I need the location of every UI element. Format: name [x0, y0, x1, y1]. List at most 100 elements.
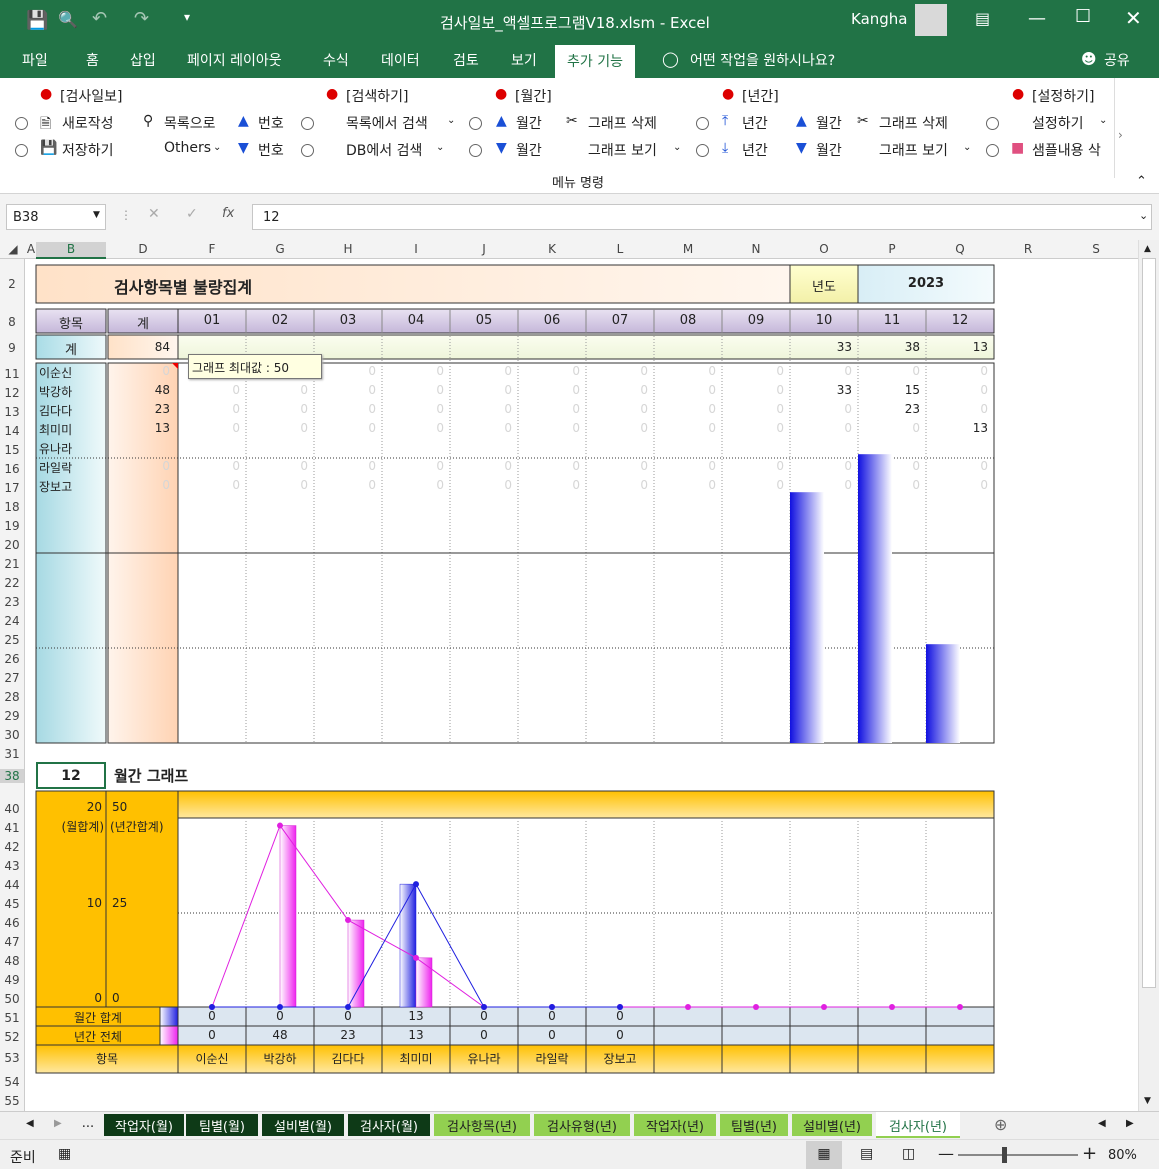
scroll-up-icon[interactable]: ▲: [1144, 244, 1151, 254]
tab-home[interactable]: 홈: [86, 50, 99, 70]
ribbon-scroll-right-icon[interactable]: ›: [1118, 128, 1123, 142]
row-header[interactable]: 42: [0, 840, 24, 854]
row-header[interactable]: 53: [0, 1051, 24, 1065]
graph-delete2-button[interactable]: 그래프 삭제: [879, 113, 948, 133]
row-header[interactable]: 20: [0, 538, 24, 552]
column-header[interactable]: G: [246, 242, 314, 256]
sheet-tab[interactable]: 팀별(월): [186, 1114, 258, 1136]
row-header[interactable]: 21: [0, 557, 24, 571]
worksheet[interactable]: 검사항목별 불량집계 년도 2023 항목 계 01 02 03 04 05 06 07 08…: [26, 259, 1138, 1111]
radio-button[interactable]: [469, 144, 482, 157]
user-name[interactable]: Kangha: [851, 10, 908, 28]
sheet-tab[interactable]: 검사유형(년): [534, 1114, 630, 1136]
sheet-tab-active[interactable]: 검사자(년): [876, 1112, 960, 1138]
row-header[interactable]: 15: [0, 443, 24, 457]
cancel-icon[interactable]: ✕: [148, 206, 160, 222]
row-header[interactable]: 13: [0, 405, 24, 419]
ribbon-display-icon[interactable]: ▤: [975, 9, 990, 28]
column-header[interactable]: S: [1062, 242, 1130, 256]
row-header[interactable]: 18: [0, 500, 24, 514]
row-header[interactable]: 8: [0, 315, 24, 329]
row-header[interactable]: 23: [0, 595, 24, 609]
graph-view2-button[interactable]: 그래프 보기: [879, 140, 948, 160]
undo-icon[interactable]: ↶: [92, 8, 107, 29]
num-down-button[interactable]: 번호: [258, 140, 284, 160]
maximize-icon[interactable]: ☐: [1075, 6, 1091, 27]
redo-icon[interactable]: ↷: [134, 8, 149, 29]
expand-formula-icon[interactable]: ⌄: [1139, 209, 1148, 222]
year-top-button[interactable]: 년간: [742, 113, 768, 133]
column-header[interactable]: D: [108, 242, 178, 256]
sample-delete-button[interactable]: 샘플내용 삭: [1032, 140, 1114, 160]
year-bottom-button[interactable]: 년간: [742, 140, 768, 160]
normal-view-icon[interactable]: ▦: [806, 1141, 842, 1169]
row-header[interactable]: 49: [0, 973, 24, 987]
column-header[interactable]: P: [858, 242, 926, 256]
radio-button[interactable]: [986, 144, 999, 157]
others-menu[interactable]: Others: [164, 140, 211, 156]
row-header[interactable]: 2: [0, 277, 24, 291]
row-header[interactable]: 54: [0, 1075, 24, 1089]
row-header[interactable]: 45: [0, 897, 24, 911]
save-icon[interactable]: 💾: [26, 10, 48, 31]
formula-input[interactable]: 12 ⌄: [252, 204, 1152, 230]
settings-button[interactable]: 설정하기: [1032, 113, 1084, 133]
year-value[interactable]: 2023: [858, 276, 994, 291]
row-header[interactable]: 43: [0, 859, 24, 873]
row-header[interactable]: 46: [0, 916, 24, 930]
column-header[interactable]: K: [518, 242, 586, 256]
row-header[interactable]: 41: [0, 821, 24, 835]
tab-page-layout[interactable]: 페이지 레이아웃: [187, 50, 282, 70]
row-header[interactable]: 25: [0, 633, 24, 647]
tab-view[interactable]: 보기: [511, 50, 537, 70]
radio-button[interactable]: [696, 144, 709, 157]
new-button[interactable]: 새로작성: [62, 113, 114, 133]
search-list-button[interactable]: 목록에서 검색: [346, 113, 428, 133]
add-sheet-icon[interactable]: ⊕: [994, 1115, 1007, 1134]
graph-delete-button[interactable]: 그래프 삭제: [588, 113, 657, 133]
zoom-slider[interactable]: [958, 1154, 1078, 1156]
collapse-ribbon-icon[interactable]: ⌃: [1136, 174, 1147, 189]
row-header[interactable]: 9: [0, 341, 24, 355]
tab-scroll-left-icon[interactable]: ◀: [26, 1118, 34, 1129]
tab-scroll-right-icon[interactable]: ▶: [54, 1118, 62, 1129]
row-header[interactable]: 48: [0, 954, 24, 968]
tab-review[interactable]: 검토: [453, 50, 479, 70]
scroll-down-icon[interactable]: ▼: [1144, 1096, 1151, 1106]
share-button[interactable]: 공유: [1104, 50, 1130, 70]
vertical-scrollbar[interactable]: ▲ ▼: [1138, 240, 1159, 1111]
zoom-in-icon[interactable]: +: [1082, 1143, 1097, 1164]
page-break-view-icon[interactable]: ◫: [902, 1146, 915, 1162]
month-up-button[interactable]: 월간: [516, 113, 542, 133]
row-header[interactable]: 26: [0, 652, 24, 666]
macro-record-icon[interactable]: ▦: [58, 1146, 71, 1162]
row-header[interactable]: 47: [0, 935, 24, 949]
search-db-button[interactable]: DB에서 검색: [346, 140, 422, 160]
column-header[interactable]: B: [36, 242, 106, 259]
row-header[interactable]: 40: [0, 802, 24, 816]
sheet-tab[interactable]: 검사자(월): [348, 1114, 430, 1136]
month-down2-button[interactable]: 월간: [816, 140, 842, 160]
radio-button[interactable]: [15, 144, 28, 157]
hscroll-left-icon[interactable]: ◀: [1098, 1118, 1106, 1129]
tab-insert[interactable]: 삽입: [130, 50, 156, 70]
column-header[interactable]: M: [654, 242, 722, 256]
column-header[interactable]: N: [722, 242, 790, 256]
row-header[interactable]: 24: [0, 614, 24, 628]
print-preview-icon[interactable]: 🔍: [58, 10, 78, 29]
close-icon[interactable]: ✕: [1125, 6, 1142, 30]
row-header[interactable]: 30: [0, 728, 24, 742]
zoom-out-icon[interactable]: —: [938, 1144, 954, 1163]
column-header[interactable]: L: [586, 242, 654, 256]
month-down-button[interactable]: 월간: [516, 140, 542, 160]
row-header[interactable]: 27: [0, 671, 24, 685]
minimize-icon[interactable]: —: [1028, 8, 1046, 29]
tell-me-search[interactable]: 어떤 작업을 원하시나요?: [690, 50, 835, 70]
radio-button[interactable]: [301, 117, 314, 130]
tab-more[interactable]: ...: [76, 1114, 100, 1136]
customize-qat-icon[interactable]: ▾: [184, 10, 190, 24]
row-header[interactable]: 51: [0, 1011, 24, 1025]
column-header[interactable]: J: [450, 242, 518, 256]
num-up-button[interactable]: 번호: [258, 113, 284, 133]
row-header[interactable]: 12: [0, 386, 24, 400]
